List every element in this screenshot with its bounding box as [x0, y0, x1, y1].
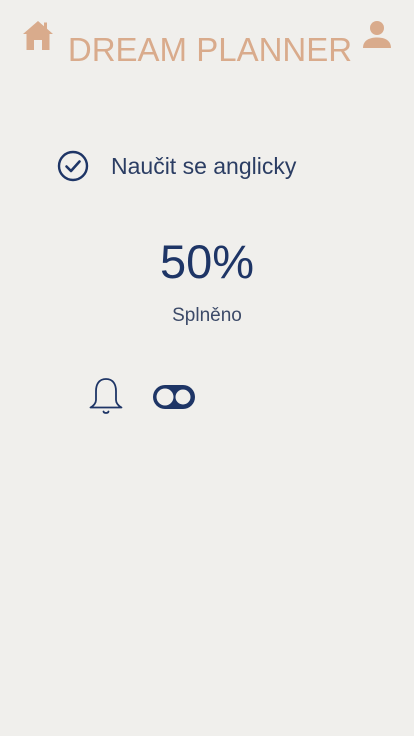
progress-status-label: Splněno	[172, 305, 242, 326]
profile-button[interactable]	[360, 18, 394, 52]
progress-percentage: 50%	[159, 235, 255, 288]
goal-item: Naučit se anglicky	[55, 148, 296, 184]
user-icon	[363, 21, 391, 48]
notification-toggle[interactable]	[151, 381, 197, 413]
app-header: DREAM PLANNER	[0, 0, 414, 90]
app-title: DREAM PLANNER	[67, 31, 353, 68]
goal-title: Naučit se anglicky	[111, 153, 297, 179]
check-circle-icon[interactable]	[55, 148, 91, 184]
bell-icon	[86, 376, 126, 418]
